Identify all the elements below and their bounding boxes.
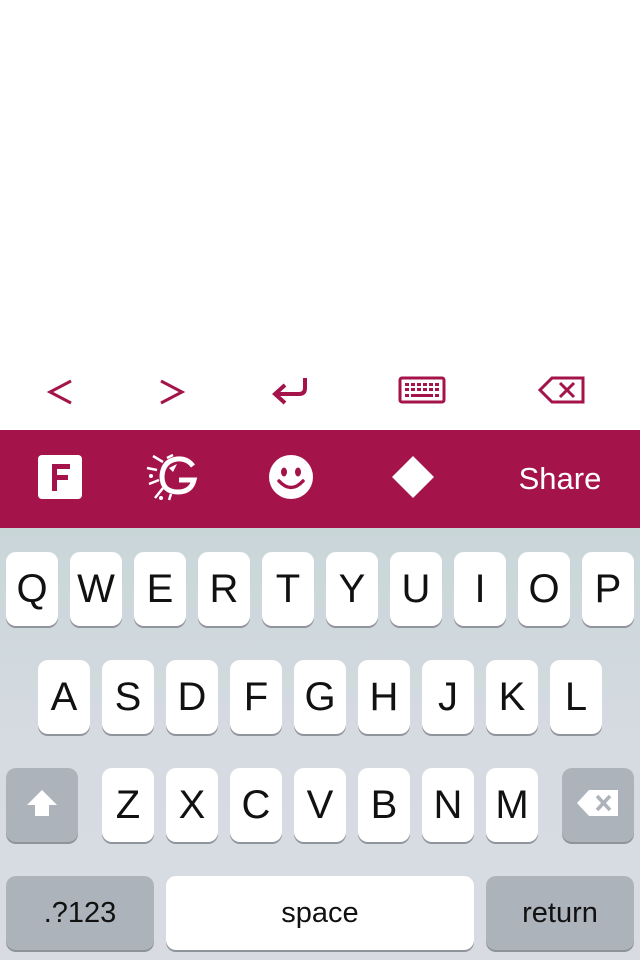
- key-o[interactable]: O: [518, 552, 570, 626]
- shapes-button[interactable]: [388, 446, 438, 512]
- key-l[interactable]: L: [550, 660, 602, 734]
- key-y[interactable]: Y: [326, 552, 378, 626]
- key-w[interactable]: W: [70, 552, 122, 626]
- return-arrow-icon: [269, 374, 311, 406]
- return-button[interactable]: [254, 358, 326, 422]
- numbers-key[interactable]: .?123: [6, 876, 154, 950]
- key-x[interactable]: X: [166, 768, 218, 842]
- key-v[interactable]: V: [294, 768, 346, 842]
- diamond-square-icon: [391, 455, 435, 504]
- feature-bar: Share: [0, 430, 640, 528]
- key-s[interactable]: S: [102, 660, 154, 734]
- key-n[interactable]: N: [422, 768, 474, 842]
- key-q[interactable]: Q: [6, 552, 58, 626]
- text-editor-area[interactable]: [0, 0, 640, 350]
- key-r[interactable]: R: [198, 552, 250, 626]
- prev-button[interactable]: [24, 358, 96, 422]
- key-u[interactable]: U: [390, 552, 442, 626]
- key-g[interactable]: G: [294, 660, 346, 734]
- graffiti-button[interactable]: [140, 446, 206, 512]
- keyboard-icon: [398, 376, 446, 404]
- space-key[interactable]: space: [166, 876, 474, 950]
- delete-backspace-icon: [538, 375, 586, 405]
- key-a[interactable]: A: [38, 660, 90, 734]
- key-t[interactable]: T: [262, 552, 314, 626]
- share-label: Share: [518, 461, 602, 496]
- key-h[interactable]: H: [358, 660, 410, 734]
- key-m[interactable]: M: [486, 768, 538, 842]
- graffiti-g-icon: [143, 452, 203, 507]
- emoji-button[interactable]: [264, 446, 318, 512]
- key-z[interactable]: Z: [102, 768, 154, 842]
- next-button[interactable]: [136, 358, 208, 422]
- delete-button[interactable]: [526, 358, 598, 422]
- chevron-left-icon: [45, 373, 75, 407]
- keyboard-toggle-button[interactable]: [386, 358, 458, 422]
- app-screen: Share Q W E R T Y U I O P A S D F G H J …: [0, 0, 640, 960]
- keyboard: Q W E R T Y U I O P A S D F G H J K L Z …: [0, 528, 640, 960]
- backspace-icon: [576, 783, 620, 828]
- shift-key[interactable]: [6, 768, 78, 842]
- key-i[interactable]: I: [454, 552, 506, 626]
- backspace-key[interactable]: [562, 768, 634, 842]
- key-b[interactable]: B: [358, 768, 410, 842]
- fonts-button[interactable]: [34, 446, 86, 512]
- key-f[interactable]: F: [230, 660, 282, 734]
- shift-arrow-icon: [25, 783, 59, 828]
- key-c[interactable]: C: [230, 768, 282, 842]
- key-d[interactable]: D: [166, 660, 218, 734]
- key-j[interactable]: J: [422, 660, 474, 734]
- font-f-icon: [37, 454, 83, 505]
- chevron-right-icon: [157, 373, 187, 407]
- key-k[interactable]: K: [486, 660, 538, 734]
- return-key[interactable]: return: [486, 876, 634, 950]
- key-e[interactable]: E: [134, 552, 186, 626]
- share-button[interactable]: Share: [506, 446, 614, 512]
- key-p[interactable]: P: [582, 552, 634, 626]
- edit-toolbar: [0, 350, 640, 430]
- smiley-face-icon: [268, 454, 314, 505]
